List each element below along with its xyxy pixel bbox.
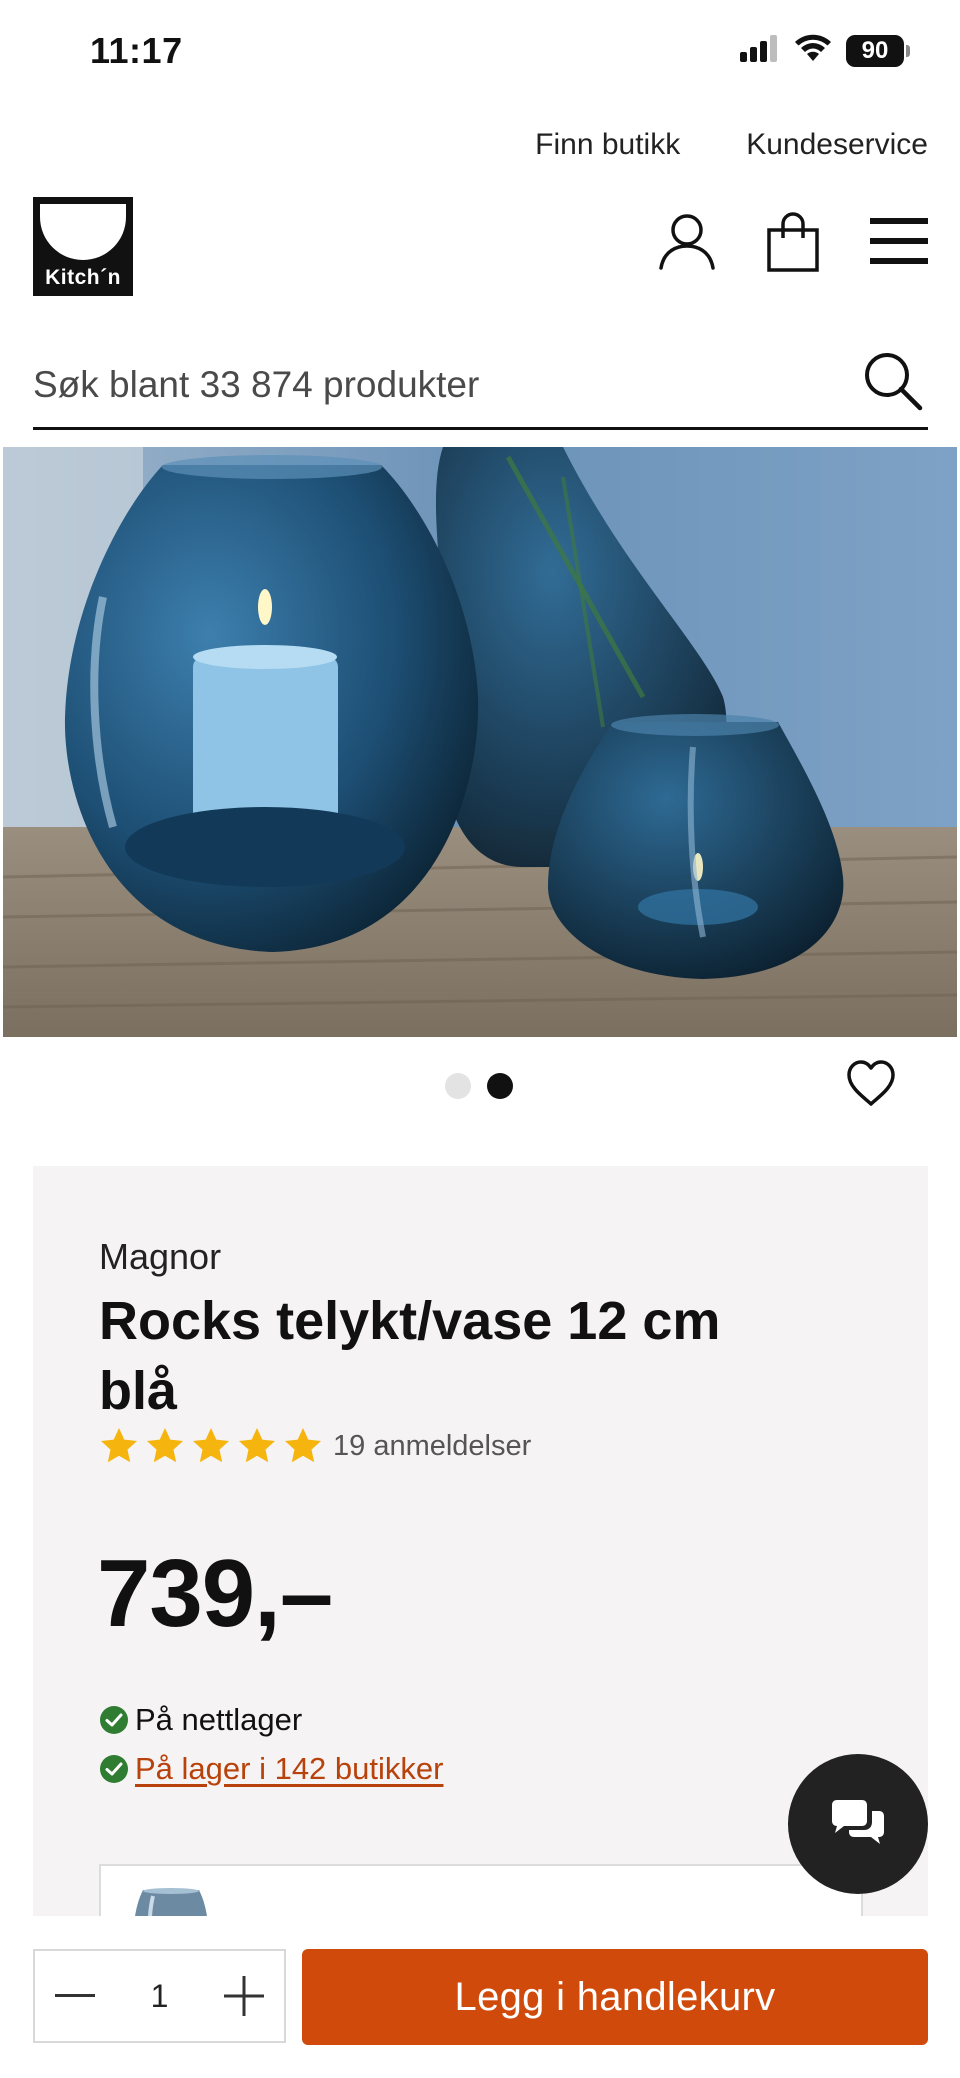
status-icons: 90 [740,34,910,67]
plus-icon [224,1976,264,2016]
rating-stars [99,1426,323,1466]
customer-service-link[interactable]: Kundeservice [746,128,928,162]
stock-online: På nettlager [99,1702,302,1738]
review-count[interactable]: 19 anmeldelser [333,1430,531,1463]
product-image[interactable] [3,447,957,1037]
product-brand[interactable]: Magnor [99,1236,221,1278]
heart-icon[interactable] [845,1058,897,1110]
wifi-icon [794,34,832,67]
quantity-value[interactable]: 1 [115,1951,204,2041]
header-actions [656,210,930,272]
star-icon [193,1428,229,1463]
gallery-dot-2[interactable] [487,1073,513,1099]
utility-nav: Finn butikk Kundeservice [535,128,928,162]
find-store-link[interactable]: Finn butikk [535,128,680,162]
product-price: 739,– [97,1540,333,1647]
add-to-cart-button[interactable]: Legg i handlekurv [302,1949,928,2045]
increase-quantity-button[interactable] [204,1951,284,2041]
signal-icon [740,34,780,67]
search-bar [33,340,928,430]
star-icon [147,1428,183,1463]
stock-stores[interactable]: På lager i 142 butikker [99,1751,443,1787]
star-icon [239,1428,275,1463]
product-photo [3,447,957,1037]
chat-button[interactable] [788,1754,928,1894]
shopping-bag-icon[interactable] [762,210,824,272]
stock-stores-link[interactable]: På lager i 142 butikker [135,1751,443,1787]
search-input[interactable] [33,350,853,420]
gallery-pagination [445,1073,513,1099]
stock-online-label: På nettlager [135,1702,303,1737]
status-bar: 11:17 90 [0,0,960,104]
menu-icon[interactable] [868,210,930,272]
gallery-dot-1[interactable] [445,1073,471,1099]
quantity-stepper: 1 [33,1949,286,2043]
logo[interactable]: Kitch´n [33,197,133,296]
add-to-cart-bar: 1 Legg i handlekurv [0,1916,960,2078]
logo-text: Kitch´n [45,266,121,289]
status-time: 11:17 [90,30,183,71]
star-icon [285,1428,321,1463]
account-icon[interactable] [656,210,718,272]
search-icon[interactable] [856,340,928,420]
chat-bubbles-icon [832,1800,884,1844]
product-rating[interactable]: 19 anmeldelser [99,1426,531,1466]
check-circle-icon [100,1706,128,1734]
star-icon [101,1428,137,1463]
battery-icon: 90 [846,34,910,67]
decrease-quantity-button[interactable] [35,1951,115,2041]
minus-icon [55,1994,95,1997]
check-circle-icon [100,1755,128,1783]
battery-level: 90 [846,34,904,67]
product-title: Rocks telykt/vase 12 cm blå [99,1291,721,1421]
